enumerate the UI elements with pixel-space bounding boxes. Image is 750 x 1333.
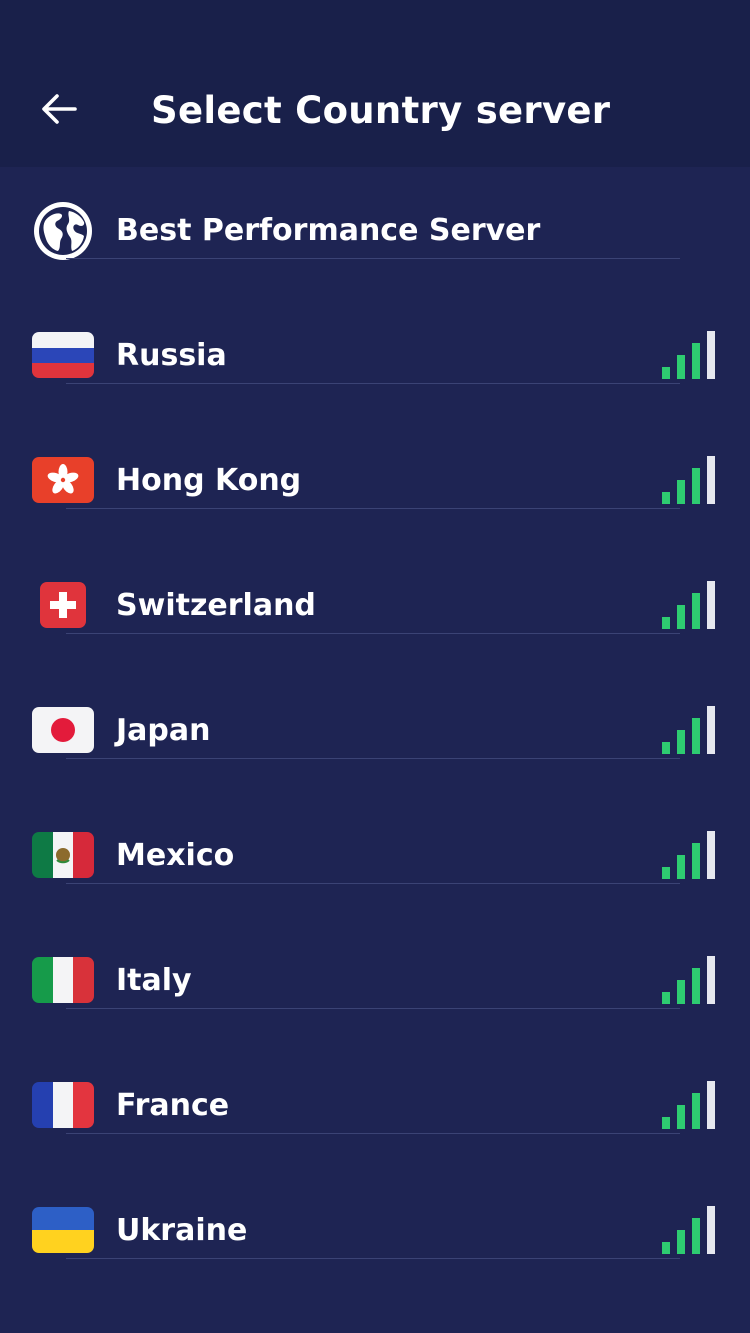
- signal-bar-inactive: [707, 706, 715, 754]
- flag-hong-kong-icon: [32, 457, 94, 503]
- signal-bar-active: [692, 343, 700, 379]
- row-divider: [66, 1133, 680, 1134]
- signal-bar-inactive: [707, 956, 715, 1004]
- flag-russia-icon: [32, 332, 94, 378]
- signal-strength-icon: [660, 955, 716, 1005]
- row-divider: [66, 758, 680, 759]
- row-divider: [66, 258, 680, 259]
- signal-strength-icon: [660, 1205, 716, 1255]
- row-divider: [66, 633, 680, 634]
- flag-switzerland-icon: [40, 582, 86, 628]
- signal-bar-active: [692, 1218, 700, 1254]
- country-name: Japan: [116, 713, 211, 748]
- signal-bar-active: [677, 480, 685, 504]
- row-divider: [66, 1008, 680, 1009]
- signal-strength-icon: [660, 580, 716, 630]
- flag-italy-icon: [32, 957, 94, 1003]
- signal-bar-active: [692, 1093, 700, 1129]
- flag-japan-icon: [32, 707, 94, 753]
- flag-ukraine-icon: [32, 1207, 94, 1253]
- country-name: Italy: [116, 963, 192, 998]
- country-item-hong-kong[interactable]: Hong Kong: [0, 417, 750, 542]
- signal-bar-active: [692, 468, 700, 504]
- country-item-france[interactable]: France: [0, 1042, 750, 1167]
- country-item-russia[interactable]: Russia: [0, 292, 750, 417]
- flag-france-icon: [32, 1082, 94, 1128]
- signal-bar-active: [692, 718, 700, 754]
- flag-mexico-icon: [32, 832, 94, 878]
- country-item-switzerland[interactable]: Switzerland: [0, 542, 750, 667]
- row-divider: [66, 883, 680, 884]
- signal-bar-inactive: [707, 1081, 715, 1129]
- country-item-ukraine[interactable]: Ukraine: [0, 1167, 750, 1292]
- app-header: Select Country server: [0, 0, 750, 167]
- page-title: Select Country server: [151, 89, 611, 132]
- best-performance-label: Best Performance Server: [116, 213, 541, 248]
- best-performance-server-item[interactable]: Best Performance Server: [0, 167, 750, 292]
- signal-bar-active: [677, 605, 685, 629]
- signal-bar-inactive: [707, 581, 715, 629]
- country-name: Mexico: [116, 838, 235, 873]
- signal-bar-active: [677, 730, 685, 754]
- country-name: Switzerland: [116, 588, 316, 623]
- signal-bar-active: [677, 355, 685, 379]
- country-name: Ukraine: [116, 1213, 248, 1248]
- signal-bar-inactive: [707, 331, 715, 379]
- signal-strength-icon: [660, 330, 716, 380]
- signal-bar-active: [662, 992, 670, 1004]
- signal-strength-icon: [660, 1080, 716, 1130]
- signal-bar-inactive: [707, 1206, 715, 1254]
- globe-icon: [31, 199, 95, 263]
- country-item-italy[interactable]: Italy: [0, 917, 750, 1042]
- signal-bar-active: [692, 593, 700, 629]
- signal-bar-active: [662, 1242, 670, 1254]
- signal-bar-active: [692, 968, 700, 1004]
- row-divider: [66, 1258, 680, 1259]
- signal-bar-active: [677, 1105, 685, 1129]
- signal-bar-active: [692, 843, 700, 879]
- signal-strength-icon: [660, 455, 716, 505]
- row-divider: [66, 383, 680, 384]
- signal-strength-icon: [660, 705, 716, 755]
- signal-bar-inactive: [707, 456, 715, 504]
- signal-bar-active: [677, 855, 685, 879]
- row-divider: [66, 508, 680, 509]
- signal-strength-icon: [660, 830, 716, 880]
- country-item-mexico[interactable]: Mexico: [0, 792, 750, 917]
- signal-bar-active: [662, 1117, 670, 1129]
- signal-bar-active: [677, 980, 685, 1004]
- country-item-japan[interactable]: Japan: [0, 667, 750, 792]
- signal-bar-inactive: [707, 831, 715, 879]
- country-name: Russia: [116, 338, 227, 373]
- back-button[interactable]: [32, 84, 86, 134]
- signal-bar-active: [662, 617, 670, 629]
- arrow-left-icon: [42, 94, 77, 124]
- country-name: Hong Kong: [116, 463, 302, 498]
- signal-bar-active: [662, 742, 670, 754]
- country-name: France: [116, 1088, 230, 1123]
- country-server-list: Best Performance Server Russia Hong Kong…: [0, 167, 750, 1292]
- signal-bar-active: [662, 367, 670, 379]
- signal-bar-active: [677, 1230, 685, 1254]
- signal-bar-active: [662, 867, 670, 879]
- signal-bar-active: [662, 492, 670, 504]
